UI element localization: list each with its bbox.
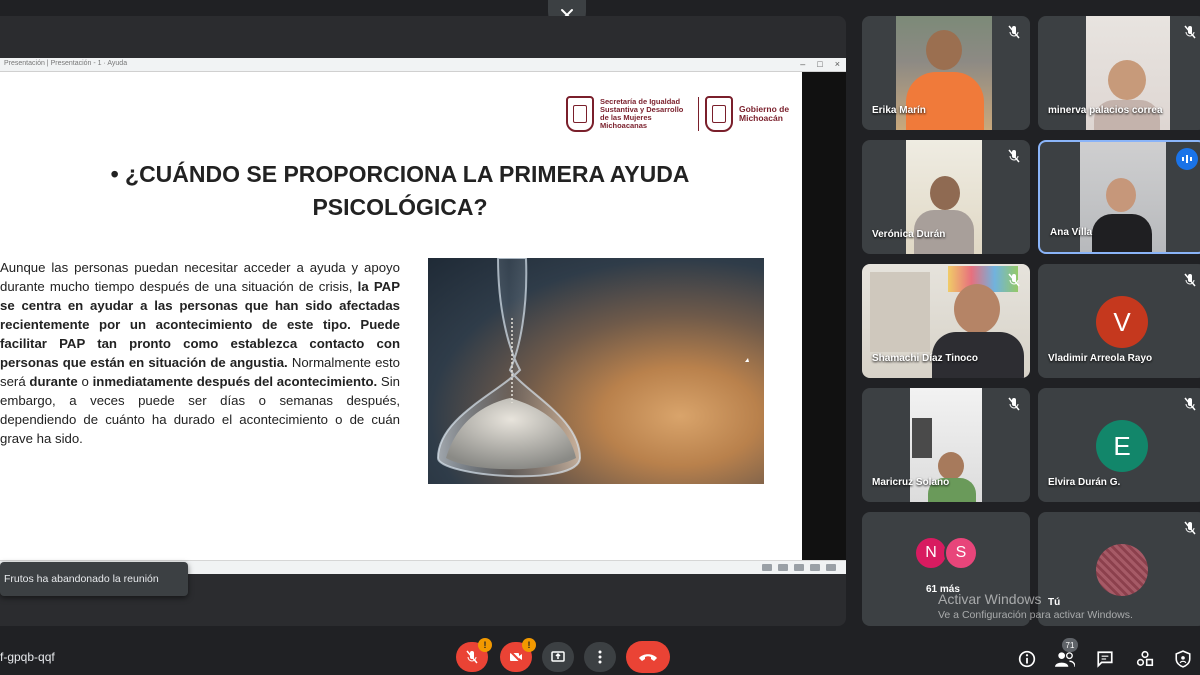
shield-icon	[1175, 650, 1191, 668]
participant-name: Vladimir Arreola Rayo	[1048, 353, 1153, 364]
shared-url-text: Presentación | Presentación - 1 · Ayuda	[4, 60, 128, 67]
mic-off-icon	[1184, 397, 1196, 411]
seal-icon	[566, 96, 594, 132]
window-close-icon: ×	[834, 59, 840, 69]
hourglass-image	[428, 258, 764, 484]
chat-button[interactable]	[1094, 648, 1116, 670]
mic-toggle-button[interactable]: !	[456, 638, 492, 672]
slide-logos: Secretaría de Igualdad Sustantiva y Desa…	[566, 96, 802, 132]
participant-name: Verónica Durán	[872, 229, 946, 240]
mic-off-icon	[466, 650, 478, 664]
people-button[interactable]: 71	[1054, 638, 1078, 670]
left-meeting-toast: Frutos ha abandonado la reunión	[0, 562, 188, 596]
warning-badge: !	[522, 638, 536, 652]
logo-left-text: Secretaría de Igualdad Sustantiva y Desa…	[600, 97, 684, 130]
mic-off-icon	[1184, 273, 1196, 287]
present-screen-button[interactable]	[542, 642, 574, 672]
camera-toggle-button[interactable]: !	[500, 638, 536, 672]
logo-right-text: Gobierno de Michoacán	[739, 104, 790, 123]
info-icon	[1018, 650, 1036, 668]
presenter-side-panel	[802, 72, 846, 560]
body-text: Aunque las personas puedan necesitar acc…	[0, 260, 400, 294]
avatar: S	[944, 536, 978, 570]
windows-activation-watermark: Activar Windows Ve a Configuración para …	[938, 591, 1133, 621]
mic-off-icon	[1008, 397, 1020, 411]
slide: Secretaría de Igualdad Sustantiva y Desa…	[0, 72, 802, 560]
participant-tile-active[interactable]: Ana Villa	[1038, 140, 1200, 254]
participant-name: Elvira Durán G.	[1048, 477, 1121, 488]
warning-badge: !	[478, 638, 492, 652]
mic-off-icon	[1008, 149, 1020, 163]
participant-name: Maricruz Solano	[872, 477, 950, 488]
participant-name: minerva palacios correa	[1048, 105, 1163, 116]
more-options-button[interactable]	[584, 642, 616, 672]
participant-video	[1080, 142, 1166, 252]
meet-window: Presentación | Presentación - 1 · Ayuda …	[0, 0, 1200, 675]
avatar: N	[914, 536, 948, 570]
more-vert-icon	[598, 650, 602, 664]
mic-off-icon	[1184, 25, 1196, 39]
body-text: o	[77, 374, 93, 389]
mic-off-icon	[1184, 521, 1196, 535]
window-maximize-icon: □	[817, 59, 823, 69]
participant-tile[interactable]: Erika Marín	[862, 16, 1030, 130]
shared-browser-bar: Presentación | Presentación - 1 · Ayuda …	[0, 58, 846, 72]
chat-icon	[1097, 651, 1113, 668]
body-bold-text: inmediatamente después del acontecimient…	[92, 374, 378, 389]
watermark-line2: Ve a Configuración para activar Windows.	[938, 609, 1133, 621]
speaking-indicator-icon	[1176, 148, 1198, 170]
participant-name: Ana Villa	[1050, 227, 1093, 238]
activities-icon	[1136, 650, 1154, 666]
people-count-badge: 71	[1062, 638, 1078, 652]
participant-tile[interactable]: Shamachi Díaz Tinoco	[862, 264, 1030, 378]
participant-tile[interactable]: Verónica Durán	[862, 140, 1030, 254]
mic-off-icon	[1008, 25, 1020, 39]
seal-icon	[705, 96, 733, 132]
participant-name: Shamachi Díaz Tinoco	[872, 353, 978, 364]
avatar: V	[1096, 296, 1148, 348]
end-call-button[interactable]	[626, 641, 670, 673]
participant-tile[interactable]: V Vladimir Arreola Rayo	[1038, 264, 1200, 378]
slide-body: Aunque las personas puedan necesitar acc…	[0, 258, 400, 448]
present-icon	[551, 651, 565, 662]
mic-off-icon	[1008, 273, 1020, 287]
people-icon	[1055, 652, 1075, 667]
activities-button[interactable]	[1134, 648, 1156, 670]
participant-tile[interactable]: E Elvira Durán G.	[1038, 388, 1200, 502]
hang-up-icon	[639, 654, 657, 661]
window-minimize-icon: –	[800, 59, 806, 69]
meeting-code: f-gpqb-qqf	[0, 650, 55, 664]
slide-title: • ¿CUÁNDO SE PROPORCIONA LA PRIMERA AYUD…	[110, 161, 690, 220]
host-controls-button[interactable]	[1172, 648, 1194, 670]
participant-name: Erika Marín	[872, 105, 926, 116]
body-bold-text: durante	[29, 374, 78, 389]
meeting-info-button[interactable]	[1016, 648, 1038, 670]
participant-tile[interactable]: Maricruz Solano	[862, 388, 1030, 502]
avatar	[1096, 544, 1148, 596]
avatar: E	[1096, 420, 1148, 472]
watermark-line1: Activar Windows	[938, 591, 1042, 607]
participant-tile[interactable]: minerva palacios correa	[1038, 16, 1200, 130]
camera-off-icon	[509, 650, 523, 664]
